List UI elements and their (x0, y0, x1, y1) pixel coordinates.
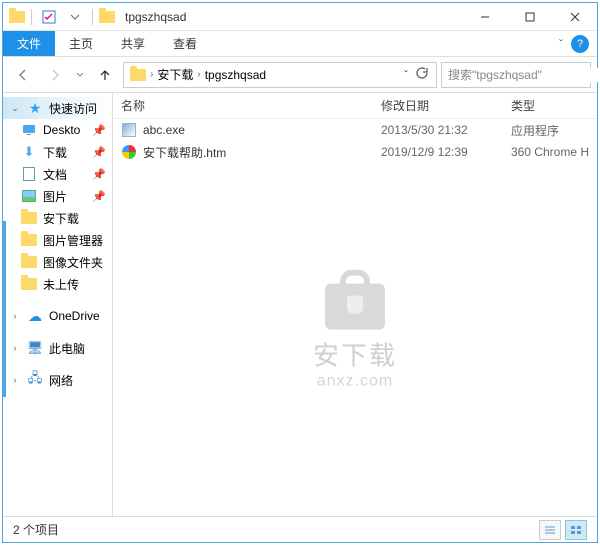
nav-up-button[interactable] (91, 61, 119, 89)
tab-file[interactable]: 文件 (3, 31, 55, 56)
chevron-down-icon[interactable]: ˇ (404, 68, 408, 82)
pin-icon: 📌 (92, 190, 106, 203)
pc-icon: 🖥 (27, 340, 43, 356)
sidebar-item-label: Deskto (43, 123, 80, 137)
star-icon: ★ (27, 100, 43, 116)
status-bar: 2 个项目 (3, 516, 597, 542)
pin-icon: 📌 (92, 146, 106, 159)
onedrive-icon: ☁ (27, 308, 43, 324)
sidebar-item-label: 图像文件夹 (43, 254, 103, 271)
folder-icon (21, 232, 37, 248)
column-name[interactable]: 名称 (113, 97, 373, 114)
file-date: 2013/5/30 21:32 (373, 123, 503, 137)
sidebar-item-label: 文档 (43, 166, 67, 183)
column-date[interactable]: 修改日期 (373, 97, 503, 114)
sidebar-item-label: 图片 (43, 188, 67, 205)
sidebar-item-downloads[interactable]: ⬇ 下载 📌 (3, 141, 112, 163)
watermark-en: anxz.com (313, 372, 397, 390)
folder-icon (21, 254, 37, 270)
maximize-button[interactable] (507, 3, 552, 31)
sidebar-label: 此电脑 (49, 340, 85, 357)
picture-icon (21, 188, 37, 204)
column-headers: 名称 修改日期 类型 (113, 93, 597, 119)
sidebar-onedrive[interactable]: › ☁ OneDrive (3, 305, 112, 327)
sidebar-item-label: 图片管理器 (43, 232, 103, 249)
folder-icon (21, 210, 37, 226)
sidebar-label: 网络 (49, 372, 73, 389)
breadcrumb-seg-2[interactable]: tpgszhqsad (203, 68, 268, 82)
pin-icon: 📌 (92, 168, 106, 181)
sidebar-item-picmgr[interactable]: 图片管理器 (3, 229, 112, 251)
document-icon (21, 166, 37, 182)
sidebar-network[interactable]: › 🖧 网络 (3, 369, 112, 391)
view-details-button[interactable] (539, 520, 561, 540)
folder-icon (9, 9, 25, 25)
view-icons-button[interactable] (565, 520, 587, 540)
qat-properties[interactable] (38, 6, 60, 28)
watermark: 安下载 anxz.com (313, 269, 397, 390)
nav-forward-button[interactable] (41, 61, 69, 89)
status-text: 2 个项目 (13, 521, 59, 538)
html-icon (121, 144, 137, 160)
file-type: 应用程序 (503, 122, 597, 139)
ribbon-tabs: 文件 主页 共享 查看 ˇ ? (3, 31, 597, 57)
sidebar-item-label: 未上传 (43, 276, 79, 293)
chevron-right-icon: › (9, 375, 21, 385)
network-icon: 🖧 (27, 372, 43, 388)
tab-share[interactable]: 共享 (107, 31, 159, 56)
sidebar-item-pictures[interactable]: 图片 📌 (3, 185, 112, 207)
folder-icon (21, 276, 37, 292)
sidebar-quick-access[interactable]: ⌄ ★ 快速访问 (3, 97, 112, 119)
watermark-cn: 安下载 (313, 335, 397, 372)
breadcrumb[interactable]: › 安下载 › tpgszhqsad ˇ (123, 62, 437, 88)
tab-view[interactable]: 查看 (159, 31, 211, 56)
file-row[interactable]: 安下载帮助.htm 2019/12/9 12:39 360 Chrome H (113, 141, 597, 163)
breadcrumb-seg-1[interactable]: 安下载 (155, 66, 195, 83)
tab-home[interactable]: 主页 (55, 31, 107, 56)
search-input[interactable] (448, 68, 600, 82)
file-name: 安下载帮助.htm (143, 144, 226, 161)
folder-icon-title (99, 9, 115, 25)
file-list: 名称 修改日期 类型 abc.exe 2013/5/30 21:32 应用程序 (113, 93, 597, 516)
sidebar-label: OneDrive (49, 309, 100, 323)
qat-dropdown[interactable] (64, 6, 86, 28)
file-name: abc.exe (143, 123, 185, 137)
sidebar-item-anxz[interactable]: 安下载 (3, 207, 112, 229)
chevron-right-icon: › (9, 343, 21, 353)
window-title: tpgszhqsad (125, 10, 186, 24)
file-date: 2019/12/9 12:39 (373, 145, 503, 159)
help-icon[interactable]: ? (571, 35, 589, 53)
sidebar-label: 快速访问 (49, 100, 97, 117)
close-button[interactable] (552, 3, 597, 31)
download-icon: ⬇ (21, 144, 37, 160)
titlebar: tpgszhqsad (3, 3, 597, 31)
nav-recent-dropdown[interactable] (73, 61, 87, 89)
sidebar-item-label: 安下载 (43, 210, 79, 227)
sidebar-item-documents[interactable]: 文档 📌 (3, 163, 112, 185)
sidebar-item-imagefolder[interactable]: 图像文件夹 (3, 251, 112, 273)
pin-icon: 📌 (92, 124, 106, 137)
ribbon-expand-icon[interactable]: ˇ (559, 37, 563, 51)
file-type: 360 Chrome H (503, 145, 597, 159)
chevron-right-icon: › (150, 69, 153, 80)
sidebar-item-label: 下载 (43, 144, 67, 161)
nav-back-button[interactable] (9, 61, 37, 89)
sidebar-item-desktop[interactable]: Deskto 📌 (3, 119, 112, 141)
column-type[interactable]: 类型 (503, 97, 597, 114)
chevron-right-icon: › (9, 311, 21, 321)
chevron-right-icon: › (197, 69, 200, 80)
file-row[interactable]: abc.exe 2013/5/30 21:32 应用程序 (113, 119, 597, 141)
refresh-icon[interactable] (414, 66, 428, 83)
exe-icon (121, 122, 137, 138)
sidebar-thispc[interactable]: › 🖥 此电脑 (3, 337, 112, 359)
chevron-down-icon: ⌄ (9, 103, 21, 114)
desktop-icon (21, 122, 37, 138)
search-box[interactable] (441, 62, 591, 88)
sidebar: ⌄ ★ 快速访问 Deskto 📌 ⬇ 下载 📌 文档 📌 图片 (3, 93, 113, 516)
folder-icon (130, 69, 146, 81)
address-bar: › 安下载 › tpgszhqsad ˇ (3, 57, 597, 93)
minimize-button[interactable] (462, 3, 507, 31)
sidebar-item-notupload[interactable]: 未上传 (3, 273, 112, 295)
